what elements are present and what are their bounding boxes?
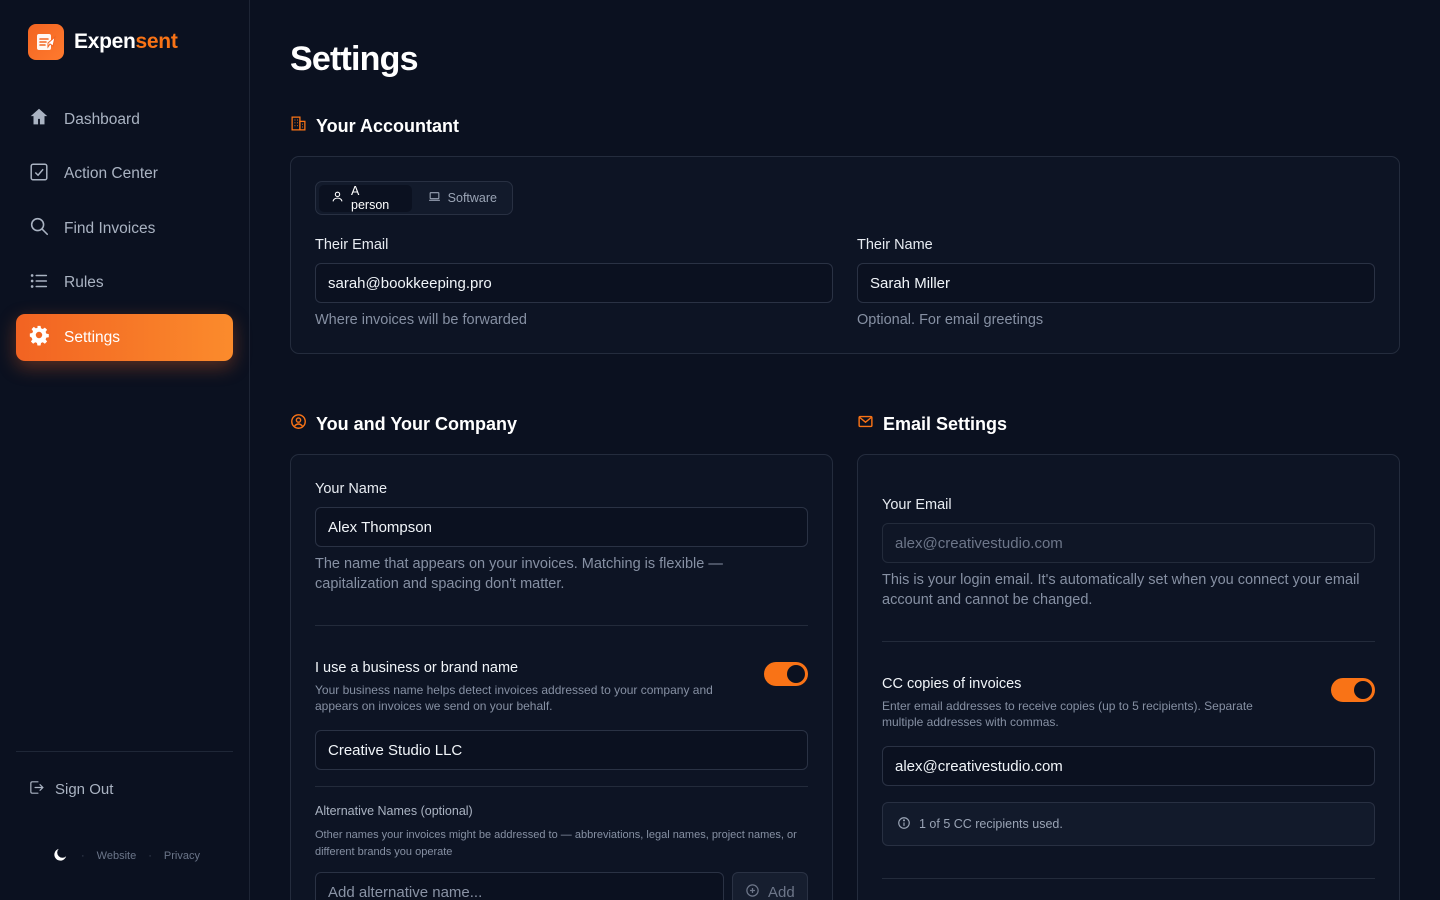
accountant-card: A person Software Their Email sarah@book… <box>290 156 1400 354</box>
their-email-hint: Where invoices will be forwarded <box>315 312 527 328</box>
divider <box>882 641 1375 642</box>
building-icon <box>290 115 307 137</box>
toggle-knob <box>1354 681 1372 699</box>
sign-out-button[interactable]: Sign Out <box>28 779 113 800</box>
add-alt-name-button[interactable]: Add <box>732 872 808 900</box>
their-name-input[interactable]: Sarah Miller <box>857 263 1375 303</box>
user-icon <box>331 190 344 206</box>
section-title: Your Accountant <box>316 115 459 136</box>
sidebar-item-label: Dashboard <box>64 110 140 128</box>
section-title: You and Your Company <box>316 413 518 434</box>
brand-name: Expensent <box>74 30 178 53</box>
home-icon <box>28 106 50 133</box>
user-circle-icon <box>290 413 307 435</box>
check-square-icon <box>28 161 50 188</box>
their-name-label: Their Name <box>857 237 933 253</box>
sidebar-nav: Dashboard Action Center Find Invoices Ru… <box>16 96 233 369</box>
toggle-person-label: A person <box>351 184 390 212</box>
your-email-label: Your Email <box>882 497 952 513</box>
email-settings-card: Your Email alex@creativestudio.com This … <box>857 454 1400 900</box>
brand-name-toggle-hint: Your business name helps detect invoices… <box>315 683 713 713</box>
sidebar: Expensent Dashboard Action Center Find I… <box>0 0 250 900</box>
sidebar-footer: · Website · Privacy <box>52 846 200 866</box>
brand-name-toggle[interactable] <box>764 662 808 686</box>
cc-toggle-title: CC copies of invoices <box>882 676 1022 692</box>
brand-logo-icon <box>28 24 64 60</box>
business-name-input[interactable]: Creative Studio LLC <box>315 730 808 770</box>
toggle-software-label: Software <box>447 191 497 205</box>
alt-names-hint: Other names your invoices might be addre… <box>315 829 797 858</box>
brand[interactable]: Expensent <box>28 24 178 60</box>
privacy-link[interactable]: Privacy <box>164 850 200 862</box>
alt-names-label: Alternative Names (optional) <box>315 804 473 818</box>
accountant-type-toggle: A person Software <box>315 181 513 215</box>
cc-emails-input[interactable]: alex@creativestudio.com <box>882 746 1375 786</box>
sidebar-item-label: Action Center <box>64 165 158 182</box>
sign-out-label: Sign Out <box>55 781 114 798</box>
add-button-label: Add <box>768 883 795 900</box>
your-email-input: alex@creativestudio.com <box>882 523 1375 563</box>
sidebar-item-label: Settings <box>64 328 121 346</box>
cc-toggle[interactable] <box>1331 678 1375 702</box>
separator-dot: · <box>148 850 152 862</box>
their-name-hint: Optional. For email greetings <box>857 312 1044 328</box>
toggle-knob <box>787 665 805 683</box>
their-email-input[interactable]: sarah@bookkeeping.pro <box>315 263 833 303</box>
accountant-section-heading: Your Accountant <box>290 115 459 137</box>
your-name-input[interactable]: Alex Thompson <box>315 507 808 547</box>
info-icon <box>897 816 911 833</box>
company-section-heading: You and Your Company <box>290 413 517 435</box>
section-title: Email Settings <box>883 413 1008 434</box>
sidebar-divider <box>16 751 233 752</box>
sidebar-item-label: Rules <box>64 274 104 291</box>
brand-name-toggle-title: I use a business or brand name <box>315 660 519 676</box>
their-email-label: Their Email <box>315 237 389 253</box>
divider <box>882 878 1375 879</box>
search-icon <box>28 215 50 242</box>
sidebar-item-find-invoices[interactable]: Find Invoices <box>16 205 233 252</box>
sidebar-item-settings[interactable]: Settings <box>16 314 233 361</box>
your-name-label: Your Name <box>315 481 388 497</box>
gear-icon <box>28 324 50 351</box>
plus-circle-icon <box>745 883 760 900</box>
list-icon <box>28 270 50 297</box>
email-section-heading: Email Settings <box>857 413 1007 435</box>
sidebar-item-dashboard[interactable]: Dashboard <box>16 96 233 143</box>
website-link[interactable]: Website <box>97 850 137 862</box>
sidebar-item-rules[interactable]: Rules <box>16 260 233 307</box>
divider <box>315 625 808 626</box>
alt-name-input[interactable]: Add alternative name... <box>315 872 724 900</box>
your-name-hint: The name that appears on your invoices. … <box>315 556 723 592</box>
theme-toggle-moon-icon[interactable] <box>52 846 69 866</box>
laptop-icon <box>428 190 441 206</box>
sidebar-item-action-center[interactable]: Action Center <box>16 151 233 198</box>
toggle-software-option[interactable]: Software <box>416 185 509 212</box>
cc-usage-info: 1 of 5 CC recipients used. <box>882 802 1375 846</box>
cc-usage-text: 1 of 5 CC recipients used. <box>919 817 1063 831</box>
cc-toggle-hint: Enter email addresses to receive copies … <box>882 699 1253 729</box>
company-card: Your Name Alex Thompson The name that ap… <box>290 454 833 900</box>
mail-icon <box>857 413 874 435</box>
toggle-person-option[interactable]: A person <box>319 184 412 212</box>
sign-out-icon <box>28 779 45 800</box>
separator-dot: · <box>81 850 85 862</box>
your-email-hint: This is your login email. It's automatic… <box>882 572 1360 608</box>
page-title: Settings <box>290 40 419 78</box>
divider <box>315 786 808 787</box>
sidebar-item-label: Find Invoices <box>64 219 156 237</box>
